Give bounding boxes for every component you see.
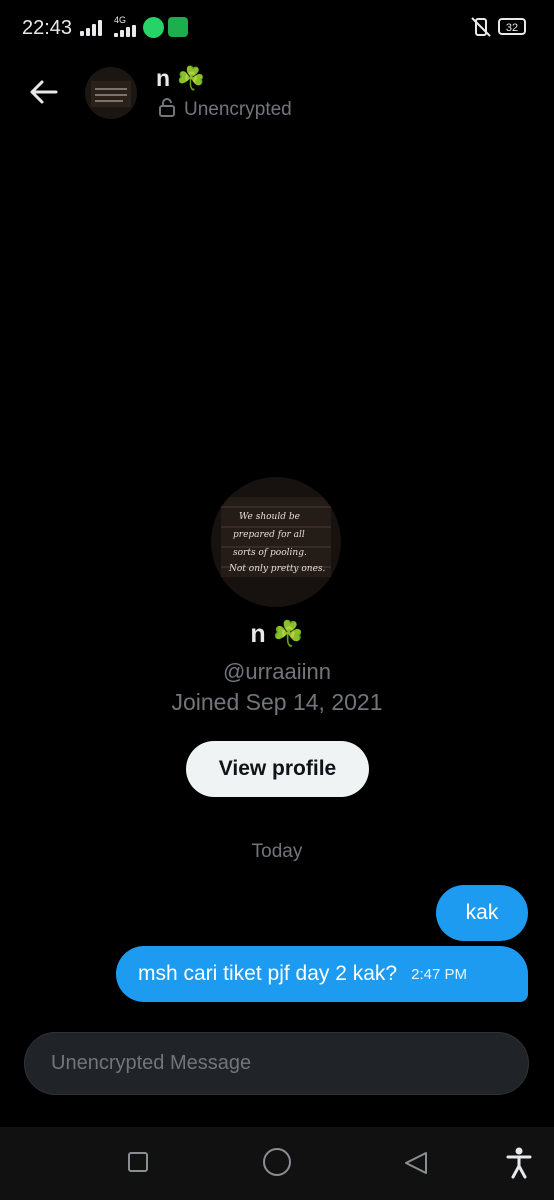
signal-bars-icon	[80, 20, 102, 36]
mute-vibrate-icon	[470, 16, 492, 43]
header-contact-name[interactable]: n ☘️	[156, 65, 205, 92]
encryption-status: Unencrypted	[158, 97, 292, 123]
date-divider: Today	[251, 841, 303, 862]
network-type-label: 4G	[114, 15, 127, 25]
avatar-text-line-4: Not only pretty ones.	[228, 564, 326, 574]
message-bubble[interactable]: kak	[436, 885, 528, 941]
back-triangle-icon[interactable]	[402, 1149, 430, 1182]
view-profile-button[interactable]: View profile	[186, 741, 369, 797]
profile-avatar[interactable]: We should be prepared for all sorts of p…	[211, 477, 341, 607]
signal-bars-2-icon	[114, 25, 136, 37]
status-time: 22:43	[22, 17, 73, 39]
system-nav-bar	[0, 1127, 554, 1200]
message-input[interactable]	[49, 1051, 528, 1076]
avatar-text-line-2: prepared for all	[233, 530, 305, 540]
message-composer[interactable]	[24, 1032, 529, 1095]
recents-square-icon[interactable]	[128, 1152, 148, 1172]
status-bar: 22:43 4G 32	[0, 0, 554, 56]
header-avatar[interactable]	[85, 67, 137, 119]
encryption-status-label: Unencrypted	[184, 99, 292, 120]
message-text: kak	[465, 901, 499, 924]
avatar-text-line-3: sorts of pooling.	[233, 548, 307, 558]
unlocked-padlock-icon	[158, 97, 176, 123]
shield-app-icon	[168, 17, 188, 37]
whatsapp-icon	[143, 17, 164, 38]
profile-handle: @urraaiinn	[223, 659, 331, 684]
home-circle-icon[interactable]	[263, 1148, 291, 1176]
message-bubble[interactable]: msh cari tiket pjf day 2 kak? 2:47 PM	[116, 946, 528, 1002]
profile-joined-date: Joined Sep 14, 2021	[171, 689, 383, 715]
message-timestamp: 2:47 PM	[411, 965, 467, 983]
battery-icon: 32	[498, 18, 526, 35]
message-text: msh cari tiket pjf day 2 kak?	[138, 962, 398, 985]
accessibility-icon[interactable]	[506, 1147, 532, 1184]
profile-name: n ☘️	[250, 620, 304, 648]
avatar-text-line-1: We should be	[239, 512, 300, 522]
back-arrow-icon[interactable]	[26, 74, 62, 110]
